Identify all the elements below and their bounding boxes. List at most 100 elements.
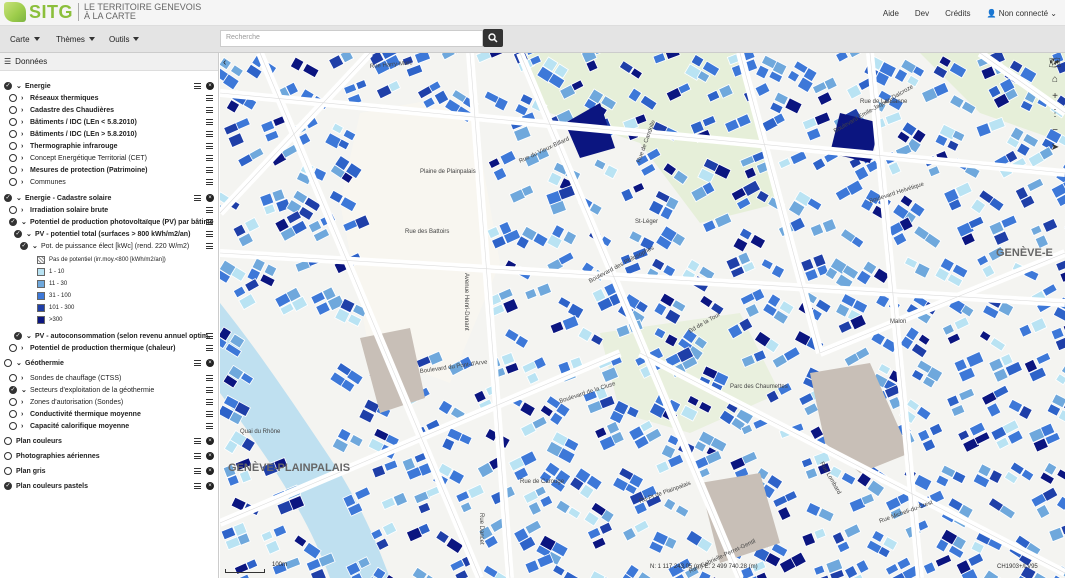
menu-icon[interactable] <box>206 207 213 213</box>
menu-icon[interactable] <box>206 143 213 149</box>
menu-icon[interactable] <box>206 179 213 185</box>
layer-row[interactable]: ✓ ⌄ PV - potentiel total (surfaces > 800 k… <box>0 228 218 240</box>
locate-icon[interactable]: ➤ <box>1049 141 1061 153</box>
layer-checkbox[interactable]: ✓ <box>4 194 12 202</box>
layer-checkbox[interactable]: ✓ <box>4 482 12 490</box>
layer-row[interactable]: › Potentiel de production thermique (chal… <box>0 342 218 354</box>
layer-row[interactable]: ✓ ⌄ Potentiel de production photovoltaïque… <box>0 216 218 228</box>
layer-row[interactable]: Plan couleurs × <box>0 435 218 447</box>
dots-icon[interactable]: ⋮ <box>1049 107 1061 119</box>
layer-checkbox[interactable] <box>9 118 17 126</box>
menu-icon[interactable] <box>206 399 213 405</box>
layer-checkbox[interactable] <box>4 467 12 475</box>
menu-icon[interactable] <box>206 231 213 237</box>
basemap-icon[interactable]: 🗺 <box>1049 57 1062 69</box>
chevron-right-icon[interactable]: › <box>21 423 23 430</box>
remove-layer-icon[interactable]: × <box>206 467 214 475</box>
layer-checkbox[interactable] <box>4 437 12 445</box>
layer-checkbox[interactable]: ✓ <box>14 332 22 340</box>
menu-icon[interactable] <box>206 107 213 113</box>
chevron-down-icon[interactable]: ⌄ <box>16 194 22 202</box>
menu-icon[interactable] <box>206 95 213 101</box>
layer-row[interactable]: › Bâtiments / IDC (LEn > 5.8.2010) <box>0 128 218 140</box>
layer-checkbox[interactable]: ✓ <box>9 218 17 226</box>
layer-checkbox[interactable]: ✓ <box>14 230 22 238</box>
chevron-down-icon[interactable]: ⌄ <box>26 332 32 340</box>
remove-layer-icon[interactable]: × <box>206 82 214 90</box>
remove-layer-icon[interactable]: × <box>206 482 214 490</box>
layer-checkbox[interactable] <box>9 130 17 138</box>
layer-checkbox[interactable] <box>9 410 17 418</box>
remove-layer-icon[interactable]: × <box>206 452 214 460</box>
map-canvas[interactable]: Plaine de PlainpalaisBoulevard des Philo… <box>220 53 1065 578</box>
layer-row[interactable]: › Cadastre des Chaudières <box>0 104 218 116</box>
layer-checkbox[interactable] <box>9 374 17 382</box>
layer-row[interactable]: › Sondes de chauffage (CTSS) <box>0 372 218 384</box>
chevron-down-icon[interactable]: ⌄ <box>21 218 27 226</box>
menu-icon[interactable] <box>194 360 201 366</box>
layer-checkbox[interactable] <box>9 344 17 352</box>
collapse-panel-icon[interactable]: ‹ <box>223 57 235 69</box>
layer-row[interactable]: Plan gris × <box>0 465 218 477</box>
menu-icon[interactable] <box>194 195 201 201</box>
chevron-right-icon[interactable]: › <box>21 95 23 102</box>
menu-icon[interactable] <box>206 131 213 137</box>
layer-checkbox[interactable]: ✓ <box>9 386 17 394</box>
layer-row[interactable]: › Mesures de protection (Patrimoine) <box>0 164 218 176</box>
layer-row[interactable]: › Irradiation solaire brute <box>0 204 218 216</box>
remove-layer-icon[interactable]: × <box>206 194 214 202</box>
layer-row[interactable]: ✓ Plan couleurs pastels × <box>0 480 218 492</box>
menu-icon[interactable] <box>194 453 201 459</box>
chevron-right-icon[interactable]: › <box>21 143 23 150</box>
layer-row[interactable]: ✓ ⌄ Energie - Cadastre solaire × <box>0 192 218 204</box>
chevron-right-icon[interactable]: › <box>21 207 23 214</box>
menu-icon[interactable] <box>194 83 201 89</box>
chevron-right-icon[interactable]: › <box>21 119 23 126</box>
menu-icon[interactable] <box>194 483 201 489</box>
menu-icon[interactable] <box>194 438 201 444</box>
user-menu[interactable]: 👤 Non connecté ⌄ <box>986 9 1057 18</box>
remove-layer-icon[interactable]: × <box>206 359 214 367</box>
crs-selector[interactable]: CH1903+/LV95 <box>997 564 1038 570</box>
zoom-in-icon[interactable]: + <box>1049 90 1061 102</box>
chevron-down-icon[interactable]: ⌄ <box>26 230 32 238</box>
chevron-right-icon[interactable]: › <box>21 107 23 114</box>
layer-checkbox[interactable] <box>4 359 12 367</box>
menu-icon[interactable] <box>206 167 213 173</box>
chevron-right-icon[interactable]: › <box>21 155 23 162</box>
menu-icon[interactable] <box>206 119 213 125</box>
menu-icon[interactable] <box>206 345 213 351</box>
chevron-right-icon[interactable]: › <box>21 167 23 174</box>
chevron-down-icon[interactable]: ⌄ <box>16 359 22 367</box>
layer-checkbox[interactable] <box>4 452 12 460</box>
help-link[interactable]: Aide <box>883 9 899 18</box>
layer-row[interactable]: › Communes <box>0 176 218 188</box>
menu-icon[interactable] <box>206 219 213 225</box>
layer-row[interactable]: › Concept Energétique Territorial (CET) <box>0 152 218 164</box>
menu-icon[interactable] <box>206 411 213 417</box>
layer-row[interactable]: › Zones d'autorisation (Sondes) <box>0 396 218 408</box>
layer-row[interactable]: › Thermographie infrarouge <box>0 140 218 152</box>
chevron-down-icon[interactable]: ⌄ <box>21 386 27 394</box>
menu-carte[interactable]: Carte <box>10 26 40 52</box>
menu-icon[interactable] <box>206 155 213 161</box>
layer-checkbox[interactable] <box>9 166 17 174</box>
layer-row[interactable]: ✓ ⌄ Pot. de puissance élect [kWc] (rend. 2… <box>0 240 218 252</box>
layer-checkbox[interactable] <box>9 178 17 186</box>
menu-outils[interactable]: Outils <box>109 26 140 52</box>
layer-checkbox[interactable] <box>9 398 17 406</box>
chevron-right-icon[interactable]: › <box>21 131 23 138</box>
layer-row[interactable]: ⌄ Géothermie × <box>0 357 218 369</box>
chevron-right-icon[interactable]: › <box>21 345 23 352</box>
layer-row[interactable]: ✓ ⌄ Secteurs d'exploitation de la géotherm… <box>0 384 218 396</box>
layer-checkbox[interactable]: ✓ <box>20 242 28 250</box>
menu-icon[interactable] <box>206 423 213 429</box>
layer-checkbox[interactable] <box>9 94 17 102</box>
credits-link[interactable]: Crédits <box>945 9 970 18</box>
layer-row[interactable]: › Bâtiments / IDC (LEn < 5.8.2010) <box>0 116 218 128</box>
chevron-right-icon[interactable]: › <box>21 399 23 406</box>
zoom-out-icon[interactable]: − <box>1049 124 1061 136</box>
layer-row[interactable]: Photographies aériennes × <box>0 450 218 462</box>
layer-checkbox[interactable] <box>9 154 17 162</box>
layer-checkbox[interactable]: ✓ <box>4 82 12 90</box>
